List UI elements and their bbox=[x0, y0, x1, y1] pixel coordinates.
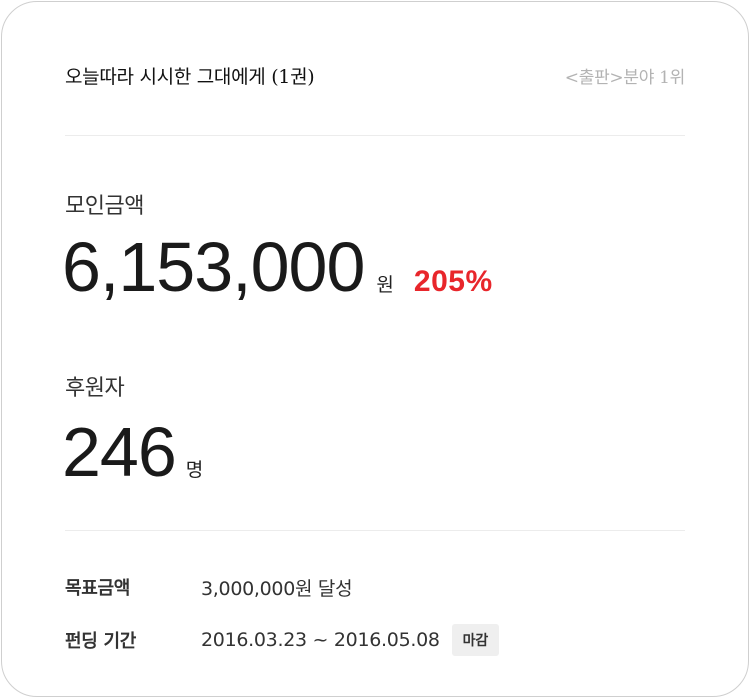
achievement-percent: 205% bbox=[413, 265, 493, 298]
raised-amount-row: 6,153,000 원 205% bbox=[62, 224, 493, 310]
divider-top bbox=[65, 135, 685, 136]
backers-unit: 명 bbox=[185, 459, 204, 481]
project-title[interactable]: 오늘따라 시시한 그대에게 (1권) bbox=[65, 62, 315, 89]
goal-row: 목표금액 3,000,000원 달성 bbox=[65, 570, 353, 604]
goal-value: 3,000,000원 달성 bbox=[201, 577, 353, 600]
category-rank: <출판>분야 1위 bbox=[564, 67, 686, 88]
backers-count: 246 bbox=[62, 413, 177, 491]
status-badge: 마감 bbox=[451, 624, 500, 656]
period-value: 2016.03.23 ~ 2016.05.08 bbox=[201, 629, 440, 651]
goal-label: 목표금액 bbox=[65, 578, 131, 599]
divider-bottom bbox=[65, 530, 685, 531]
raised-amount-label: 모인금액 bbox=[65, 194, 144, 219]
period-label: 펀딩 기간 bbox=[65, 631, 137, 652]
card-header: 오늘따라 시시한 그대에게 (1권) <출판>분야 1위 bbox=[65, 60, 685, 90]
raised-amount-value: 6,153,000 bbox=[62, 228, 365, 306]
backers-row: 246 명 bbox=[62, 409, 203, 495]
raised-amount-unit: 원 bbox=[376, 274, 394, 296]
backers-label: 후원자 bbox=[65, 376, 125, 401]
funding-summary-card: 오늘따라 시시한 그대에게 (1권) <출판>분야 1위 모인금액 6,153,… bbox=[1, 1, 749, 697]
period-row: 펀딩 기간 2016.03.23 ~ 2016.05.08 마감 bbox=[65, 623, 500, 657]
